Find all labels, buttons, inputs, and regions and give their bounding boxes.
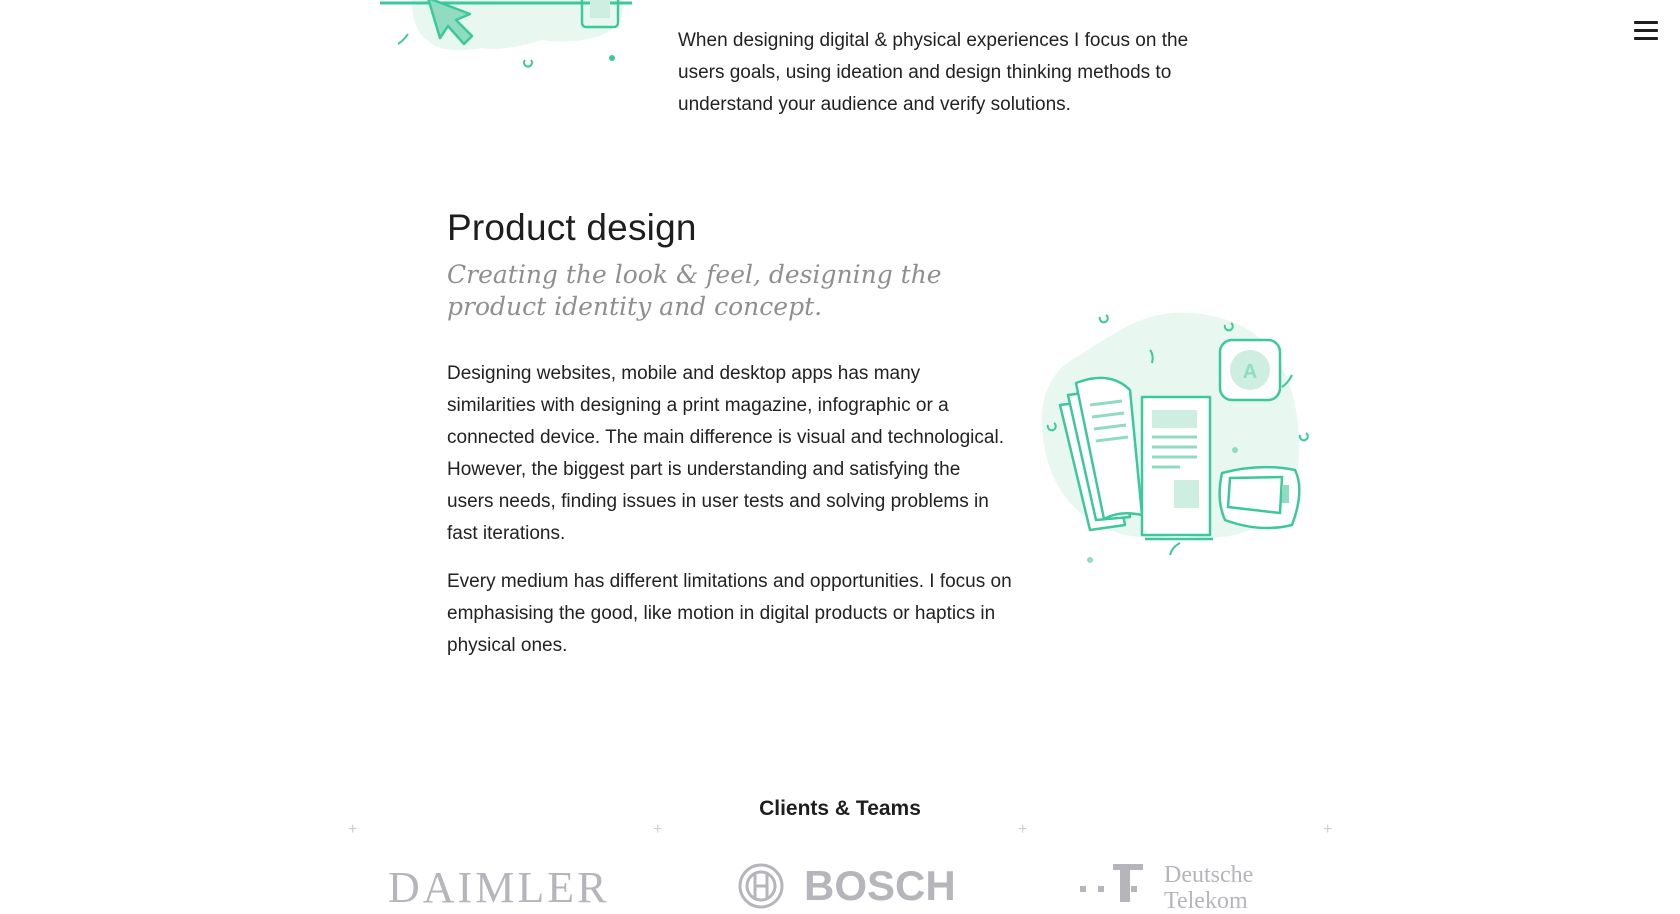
plus-decoration-icon: + xyxy=(348,821,358,838)
bosch-logo-group: BOSCH xyxy=(738,862,956,910)
bosch-armature-icon xyxy=(738,863,784,909)
plus-decoration-icon: + xyxy=(1018,821,1028,838)
bosch-logo: BOSCH xyxy=(804,862,956,909)
telekom-logo: Deutsche Telekom xyxy=(1164,862,1254,914)
product-design-illustration: A xyxy=(1041,312,1309,563)
ux-description: When designing digital & physical experi… xyxy=(678,30,1189,115)
daimler-logo: DAIMLER xyxy=(388,863,610,912)
section-paragraph: Every medium has different limitations a… xyxy=(447,571,1012,656)
plus-decoration-icon: + xyxy=(653,821,663,838)
telekom-t-icon xyxy=(1080,864,1143,902)
hamburger-menu-icon[interactable] xyxy=(1634,18,1658,42)
app-icon-letter: A xyxy=(1243,361,1257,383)
telekom-logo-group: Deutsche Telekom xyxy=(1080,862,1264,914)
cursor-illustration xyxy=(380,0,632,68)
plus-decoration-icon: + xyxy=(1323,821,1333,838)
section-paragraph: Designing websites, mobile and desktop a… xyxy=(447,363,1004,544)
section-title: Product design xyxy=(447,207,697,248)
clients-title: Clients & Teams xyxy=(759,797,921,820)
section-subtitle: Creating the look & feel, designing the … xyxy=(447,260,942,321)
